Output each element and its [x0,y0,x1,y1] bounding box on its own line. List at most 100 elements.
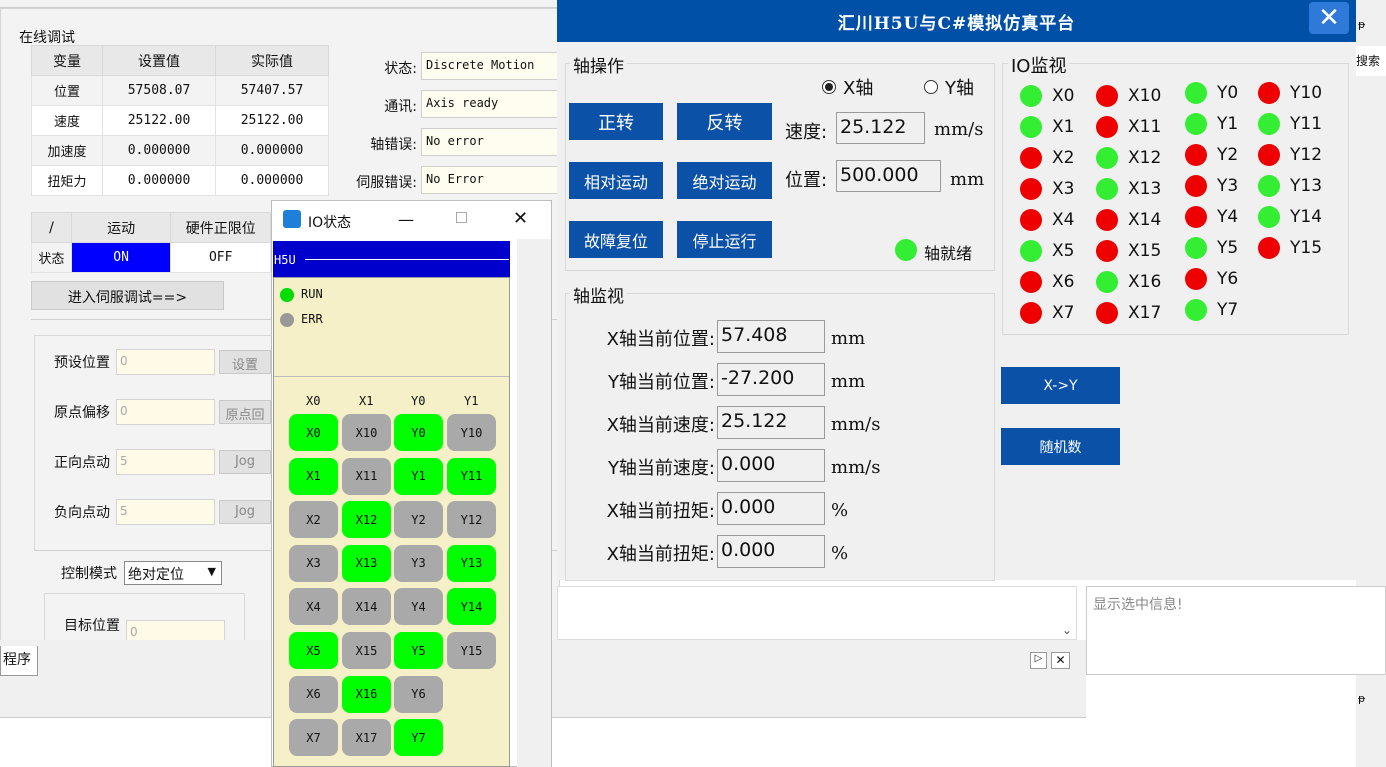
play-icon[interactable]: ▷ [1030,652,1047,669]
scroll-down-icon[interactable]: ⌄ [1062,623,1072,637]
io-point-button[interactable]: X0 [289,414,338,451]
preset-input[interactable]: 0 [116,399,215,425]
info-placeholder: 显示选中信息! [1093,597,1183,613]
io-led-label: Y5 [1217,238,1239,258]
io-point-button[interactable]: X11 [342,457,391,495]
monitor-label: X轴当前扭矩: [606,501,715,522]
io-point-button[interactable]: X3 [289,544,338,582]
io-led [1020,271,1042,293]
io-led-label: Y15 [1290,238,1323,258]
x-to-y-button[interactable]: X->Y [1001,367,1120,404]
program-tab[interactable]: 程序 [0,646,38,676]
io-point-button[interactable]: Y10 [447,414,496,451]
io-window-scrollbar[interactable] [517,239,551,767]
io-point-button[interactable]: Y13 [447,544,496,582]
io-point-button[interactable]: Y1 [394,457,443,495]
io-point-button[interactable]: Y4 [394,588,443,626]
preset-input[interactable]: 5 [116,499,215,525]
monitor-label: X轴当前速度: [606,415,715,436]
preset-input[interactable]: 0 [116,349,215,375]
io-led-label: Y7 [1217,300,1239,320]
control-mode-label: 控制模式 [61,566,117,582]
io-led-label: Y3 [1217,176,1239,196]
io-led [1020,302,1042,324]
io-point-button[interactable]: X1 [289,457,338,495]
io-point-button[interactable]: Y7 [394,719,443,757]
forward-button[interactable]: 正转 [569,103,663,140]
io-point-button[interactable]: Y12 [447,501,496,539]
io-header-bar: H5U [273,241,510,277]
close-icon[interactable]: ✕ [1051,652,1070,669]
io-point-button[interactable]: Y11 [447,457,496,495]
status-field-label: 轴错误: [370,137,417,153]
io-point-button[interactable]: X14 [342,588,391,626]
io-point-button[interactable]: Y0 [394,414,443,451]
preset-input[interactable]: 5 [116,449,215,475]
io-point-button[interactable]: X16 [342,675,391,713]
io-body: RUN ERR X0 X1 Y0 Y1 X0 X10 Y0 Y10 X1 X11 Y1 Y11 X2 X… [273,277,510,767]
io-point-button[interactable]: X17 [342,719,391,757]
io-point-button[interactable]: Y5 [394,632,443,669]
variable-table: 变量 设置值 实际值 位置 57508.07 57407.57 速度 25122.00 2… [30,45,329,196]
io-led-label: X13 [1128,179,1162,199]
random-number-button[interactable]: 随机数 [1001,428,1120,465]
io-point-button[interactable]: X15 [342,632,391,669]
position-input[interactable]: 500.000 [836,160,941,192]
io-led-label: Y13 [1290,176,1323,196]
enter-servo-debug-button[interactable]: 进入伺服调试==> [31,281,224,310]
io-point-button[interactable]: Y6 [394,675,443,713]
close-icon[interactable]: ✕ [513,208,528,229]
io-point-button[interactable]: X4 [289,588,338,626]
preset-label: 预设位置 [54,355,110,371]
io-point-button[interactable]: Y3 [394,544,443,582]
radio-x-axis[interactable]: X轴 [822,74,873,100]
status-field-value: Discrete Motion [421,52,561,80]
monitor-value: 25.122 [717,406,825,439]
control-mode-select[interactable]: 绝对定位 ▼ [124,561,222,585]
variable-set-value: 0.000000 [102,135,217,166]
io-led-label: X7 [1052,303,1075,323]
io-status-window: IO状态 — ✕ H5U RUN ERR X0 X1 Y0 Y1 X0 X10 Y0 Y10… [271,200,552,767]
io-point-button[interactable]: X6 [289,675,338,713]
io-point-button[interactable]: X13 [342,544,391,582]
output-textarea[interactable]: ⌄ [557,586,1077,640]
radio-unselected-icon [924,80,938,94]
variable-actual-value: 0.000000 [215,165,329,196]
io-point-button[interactable]: Y15 [447,632,496,669]
preset-action-button[interactable]: Jog [219,450,271,474]
io-point-button[interactable]: X7 [289,719,338,757]
pin-icon[interactable]: ᵽ [1358,18,1365,31]
preset-action-button[interactable]: 原点回 [219,400,271,424]
search-label[interactable]: 搜索 [1356,46,1386,76]
variable-actual-value: 0.000000 [215,135,329,166]
preset-action-button[interactable]: Jog [219,500,271,524]
pin-icon-bottom[interactable]: ᵽ [1358,692,1365,705]
background-toolbar [0,0,560,8]
io-led [1185,82,1207,104]
radio-y-axis[interactable]: Y轴 [924,74,974,100]
monitor-value: 0.000 [717,449,825,482]
io-point-button[interactable]: X5 [289,632,338,669]
reverse-button[interactable]: 反转 [677,103,772,140]
io-led [1020,178,1042,200]
io-point-button[interactable]: Y14 [447,588,496,626]
monitor-value: 57.408 [717,320,825,353]
stop-button[interactable]: 停止运行 [677,221,772,258]
preset-label: 原点偏移 [54,405,110,421]
maximize-icon[interactable] [456,212,467,223]
io-point-button[interactable]: Y2 [394,501,443,539]
absolute-move-button[interactable]: 绝对运动 [677,162,772,199]
io-point-button[interactable]: X10 [342,414,391,451]
io-led [1185,206,1207,228]
preset-action-button[interactable]: 设置 [219,350,271,374]
minimize-icon[interactable]: — [398,210,414,229]
speed-unit: mm/s [934,119,984,140]
fault-reset-button[interactable]: 故障复位 [569,221,663,258]
info-panel: 显示选中信息! [1086,586,1386,675]
relative-move-button[interactable]: 相对运动 [569,162,663,199]
io-point-button[interactable]: X2 [289,501,338,539]
io-point-button[interactable]: X12 [342,501,391,539]
close-button[interactable]: ✕ [1309,2,1349,34]
speed-input[interactable]: 25.122 [836,112,925,144]
io-header-label: H5U [274,253,296,267]
